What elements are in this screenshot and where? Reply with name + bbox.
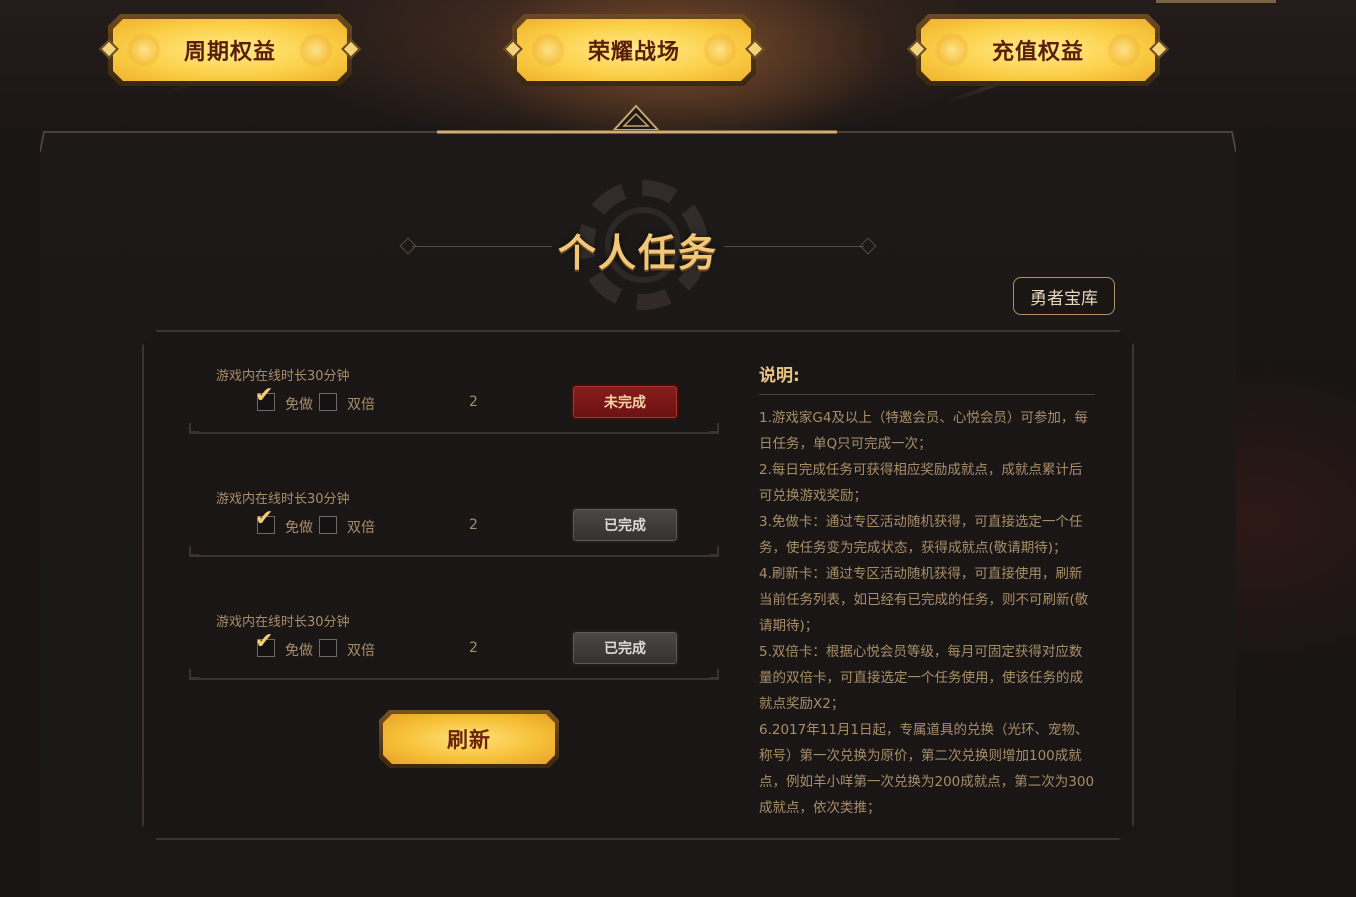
task-row: 游戏内在线时长30分钟 ✔ 免做 双倍 2 已完成 [189,603,719,693]
skip-option-label: 免做 [285,520,313,536]
task-count: 2 [469,640,478,656]
section-title: 个人任务 [557,231,718,275]
description-heading: 说明: [759,361,1095,395]
skip-option-label: 免做 [285,643,313,659]
corner-bar [1156,0,1276,3]
task-panel: 游戏内在线时长30分钟 ✔ 免做 双倍 2 未完成 游戏内在线时长30分钟 ✔ … [142,330,1134,840]
double-checkbox[interactable] [319,516,337,534]
description-line: 5.双倍卡：根据心悦会员等级，每月可固定获得对应数量的双倍卡，可直接选定一个任务… [759,644,1083,712]
hero-vault-button[interactable]: 勇者宝库 [1013,277,1115,315]
task-name: 游戏内在线时长30分钟 [216,492,350,507]
task-name: 游戏内在线时长30分钟 [216,615,350,630]
tab-label: 充值权益 [991,40,1084,65]
tab-face: 荣耀战场 [517,19,751,81]
tab-period-benefits[interactable]: 周期权益 [99,14,361,86]
task-divider [189,678,719,680]
double-option-label: 双倍 [347,643,375,659]
refresh-button-face: 刷新 [383,714,555,764]
divider-corner [189,546,199,556]
task-name: 游戏内在线时长30分钟 [216,369,350,384]
task-count: 2 [469,517,478,533]
checkmark-icon: ✔ [255,506,274,531]
checkmark-icon: ✔ [255,629,274,654]
task-status-button[interactable]: 未完成 [571,384,679,420]
task-status-button[interactable]: 已完成 [571,630,679,666]
double-checkbox[interactable] [319,639,337,657]
skip-option-label: 免做 [285,397,313,413]
task-divider [189,555,719,557]
description-line: 1.游戏家G4及以上（特邀会员、心悦会员）可参加，每日任务，单Q只可完成一次； [759,410,1088,452]
tab-glory-battlefield[interactable]: 荣耀战场 [503,14,765,86]
divider-corner [189,423,199,433]
tab-face: 充值权益 [921,19,1155,81]
main-content-frame: 个人任务 勇者宝库 游戏内在线时长30分钟 ✔ 免做 双倍 2 未完成 游戏内在… [40,130,1236,897]
double-option-label: 双倍 [347,397,375,413]
task-count: 2 [469,394,478,410]
tab-recharge-benefits[interactable]: 充值权益 [907,14,1169,86]
task-row: 游戏内在线时长30分钟 ✔ 免做 双倍 2 已完成 [189,480,719,570]
checkmark-icon: ✔ [255,383,274,408]
divider-corner [709,423,719,433]
task-status-button[interactable]: 已完成 [571,507,679,543]
description-line: 6.2017年11月1日起，专属道具的兑换（光环、宠物、称号）第一次兑换为原价，… [759,722,1095,816]
divider-corner [709,546,719,556]
divider-corner [189,669,199,679]
task-row: 游戏内在线时长30分钟 ✔ 免做 双倍 2 未完成 [189,357,719,447]
tab-label: 周期权益 [183,40,276,65]
description-line: 2.每日完成任务可获得相应奖励成就点，成就点累计后可兑换游戏奖励； [759,462,1083,504]
frame-top-border [40,130,1236,153]
description-line: 3.免做卡：通过专区活动随机获得，可直接选定一个任务，使任务变为完成状态，获得成… [759,514,1083,556]
tab-face: 周期权益 [113,19,347,81]
refresh-button[interactable]: 刷新 [379,710,559,768]
description-line: 4.刷新卡：通过专区活动随机获得，可直接使用，刷新当前任务列表，如已经有已完成的… [759,566,1089,634]
double-checkbox[interactable] [319,393,337,411]
double-option-label: 双倍 [347,520,375,536]
task-divider [189,432,719,434]
page: 周期权益 荣耀战场 充值权益 个人任务 勇者宝库 游戏内在线时长30分钟 ✔ 免… [0,0,1356,897]
tab-label: 荣耀战场 [587,40,680,65]
section-title-block: 个人任务 [399,180,877,310]
divider-corner [709,669,719,679]
description-block: 说明: 1.游戏家G4及以上（特邀会员、心悦会员）可参加，每日任务，单Q只可完成… [759,361,1095,821]
refresh-label: 刷新 [447,728,491,752]
active-tab-pointer-icon [612,104,660,131]
description-body: 1.游戏家G4及以上（特邀会员、心悦会员）可参加，每日任务，单Q只可完成一次； … [759,405,1095,821]
